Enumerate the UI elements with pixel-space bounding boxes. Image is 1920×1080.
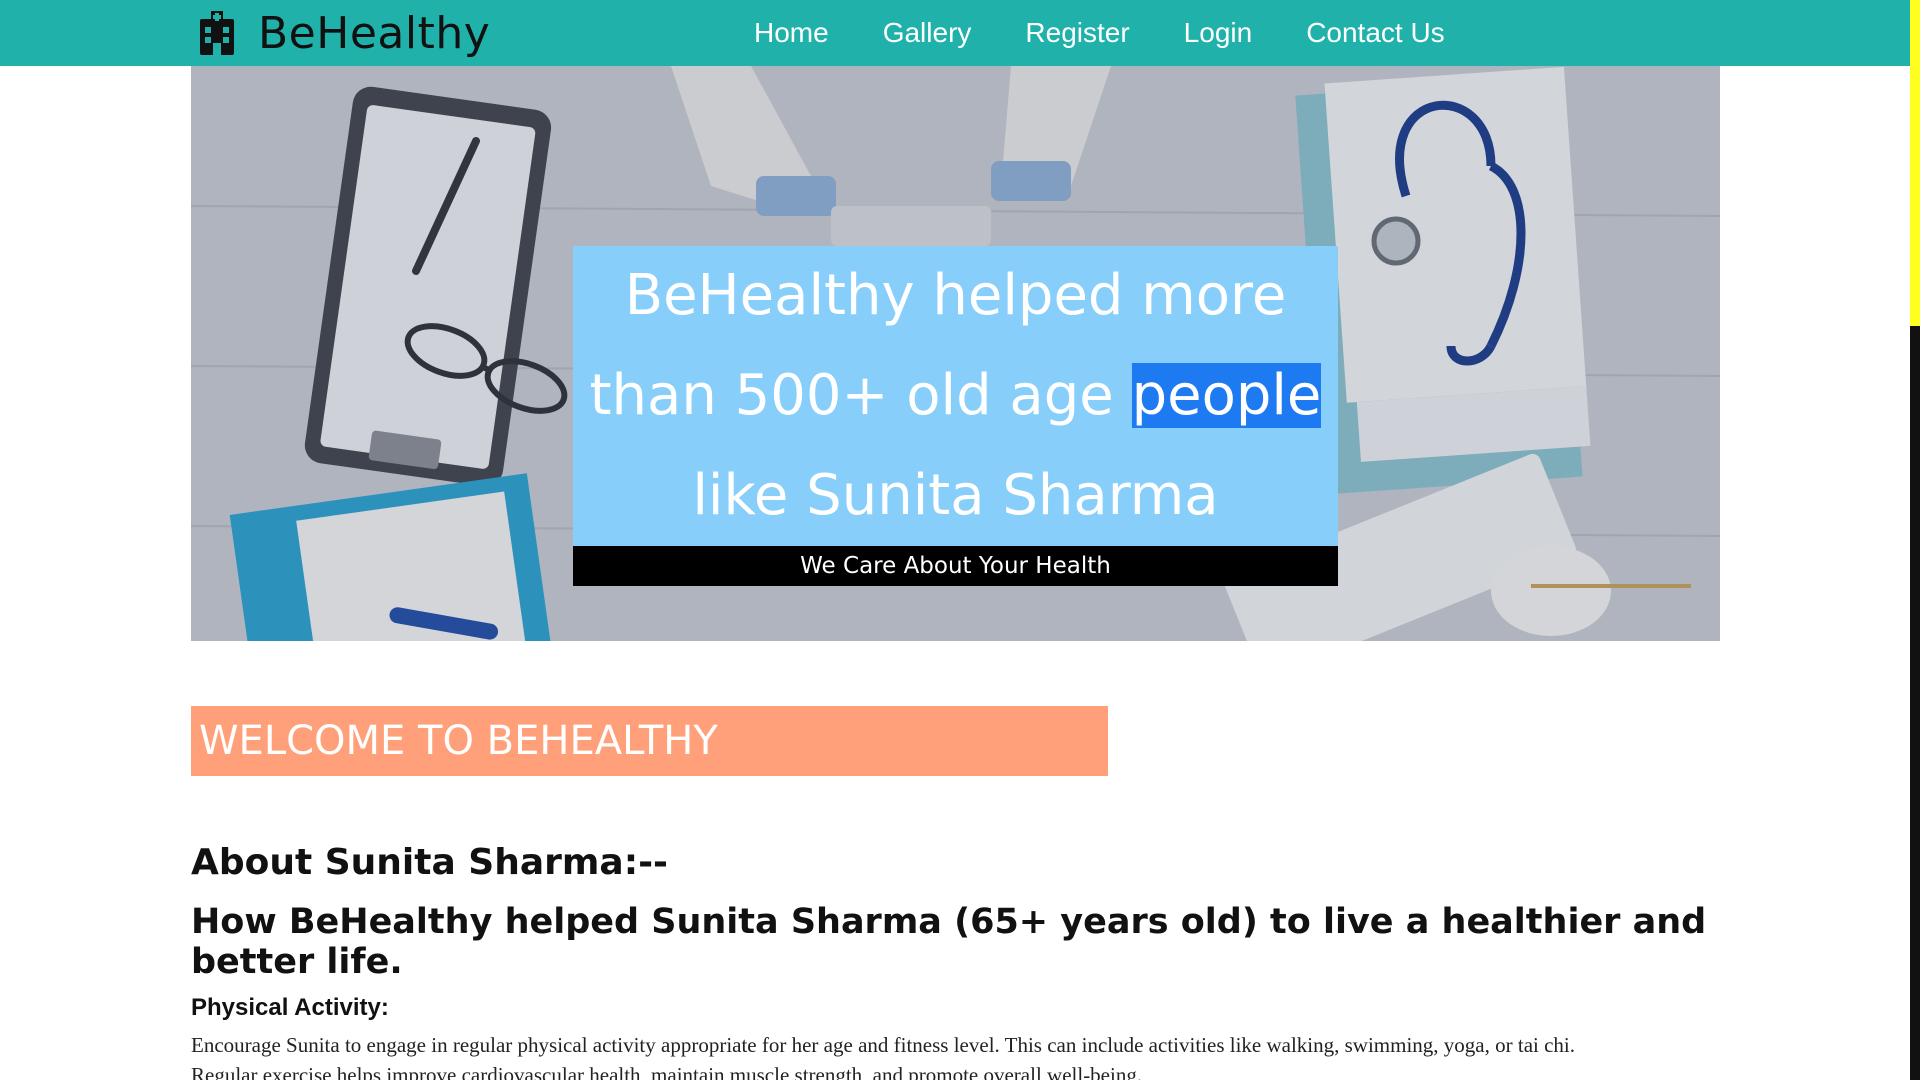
- section-heading: Physical Activity:: [191, 994, 389, 1021]
- nav-gallery-link[interactable]: Gallery: [883, 17, 972, 49]
- brand-name: BeHealthy: [258, 7, 491, 59]
- hero-tagline: We Care About Your Health: [573, 546, 1338, 586]
- main-nav: Home Gallery Register Login Contact Us: [754, 0, 1445, 66]
- hero-section: BeHealthy helped more than 500+ old age …: [191, 66, 1720, 641]
- about-title: About Sunita Sharma:--: [191, 842, 668, 883]
- nav-register-link[interactable]: Register: [1025, 17, 1129, 49]
- about-subtitle: How BeHealthy helped Sunita Sharma (65+ …: [191, 902, 1707, 982]
- page: BeHealthy Home Gallery Register Login Co…: [0, 0, 1920, 1080]
- scrollbar-thumb[interactable]: [1910, 326, 1920, 1080]
- hero-headline-card: BeHealthy helped more than 500+ old age …: [573, 246, 1338, 546]
- section-body-line: Regular exercise helps improve cardiovas…: [191, 1063, 1143, 1080]
- nav-contact-link[interactable]: Contact Us: [1306, 17, 1445, 49]
- nav-home-link[interactable]: Home: [754, 17, 829, 49]
- hero-headline-text-end: like Sunita Sharma: [692, 463, 1219, 528]
- welcome-banner: WELCOME TO BEHEALTHY: [191, 706, 1108, 776]
- section-body: Encourage Sunita to engage in regular ph…: [191, 1030, 1731, 1080]
- hero-headline-highlight: people: [1131, 363, 1322, 428]
- nav-login-link[interactable]: Login: [1184, 17, 1253, 49]
- hospital-icon: [200, 11, 234, 55]
- top-navbar: BeHealthy Home Gallery Register Login Co…: [0, 0, 1910, 66]
- section-body-line: Encourage Sunita to engage in regular ph…: [191, 1033, 1576, 1057]
- hero-headline: BeHealthy helped more than 500+ old age …: [576, 246, 1336, 546]
- brand-logo[interactable]: BeHealthy: [198, 6, 490, 60]
